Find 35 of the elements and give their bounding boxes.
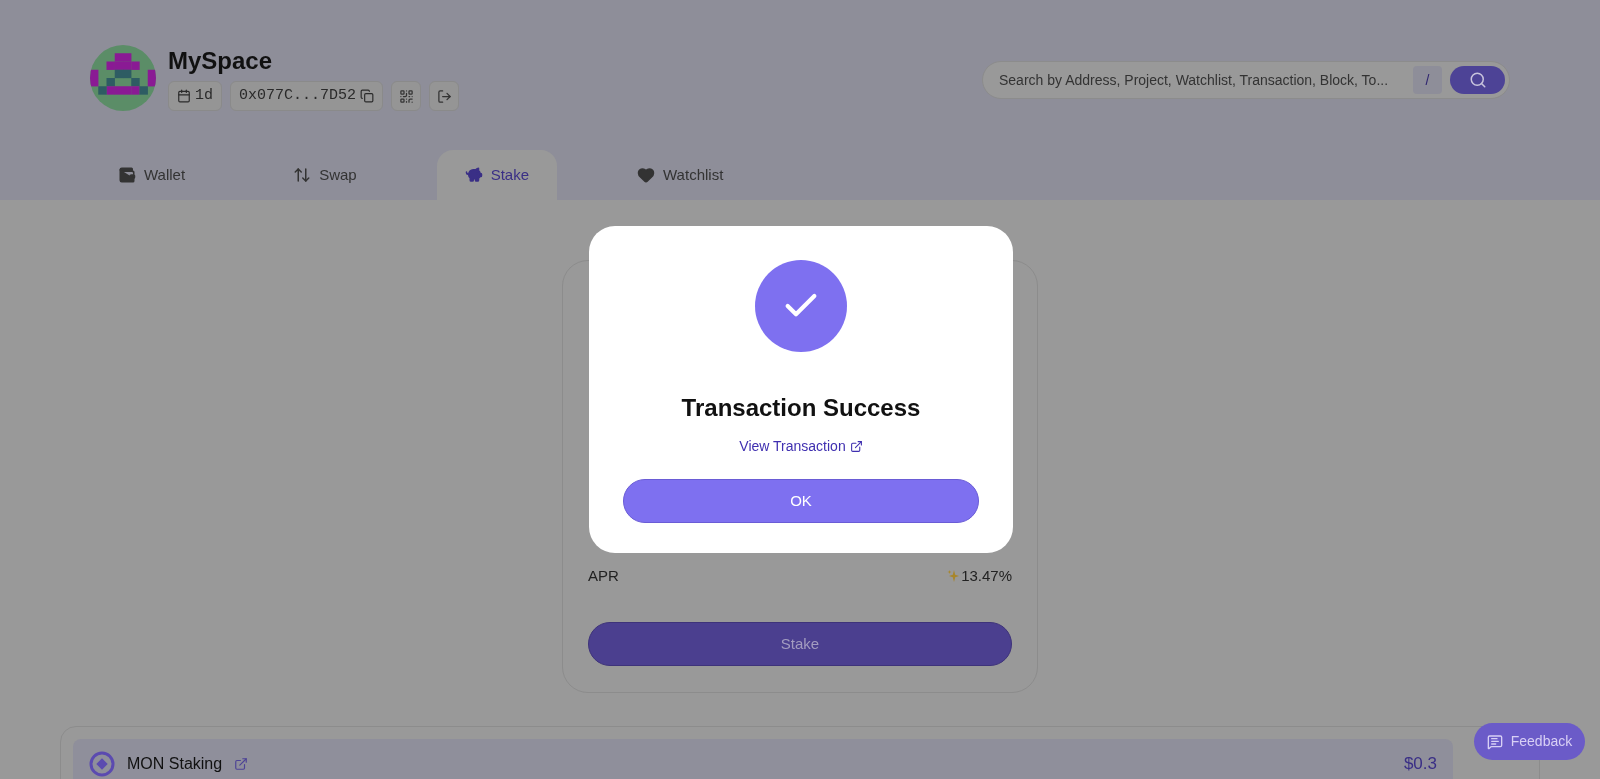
- stake-button[interactable]: Stake: [588, 622, 1012, 666]
- calendar-icon: [177, 89, 191, 103]
- qr-code-button[interactable]: [391, 81, 422, 111]
- tab[interactable]: Watchlist: [609, 150, 752, 200]
- feedback-button[interactable]: Feedback: [1474, 723, 1585, 760]
- tab[interactable]: Wallet: [90, 150, 214, 200]
- shortcut-key: /: [1413, 66, 1442, 94]
- row-label: APR: [588, 565, 619, 586]
- view-transaction-link[interactable]: View Transaction: [739, 436, 863, 457]
- age-text: 1d: [195, 85, 213, 106]
- row-value: 13.47%: [961, 565, 1012, 586]
- copy-icon: [360, 89, 375, 103]
- tab[interactable]: Stake: [436, 150, 557, 200]
- modal-title: Transaction Success: [681, 393, 921, 423]
- ok-button[interactable]: OK: [623, 479, 979, 523]
- external-link-icon: [234, 757, 249, 771]
- position-name: MON Staking: [127, 754, 223, 774]
- qr-code-icon: [398, 88, 414, 104]
- swap-arrows-icon: [293, 166, 312, 184]
- wallet-icon: [118, 166, 136, 184]
- search-button[interactable]: [1450, 66, 1505, 94]
- position-value: $0.3: [1403, 753, 1437, 776]
- tab[interactable]: Swap: [265, 150, 385, 200]
- piggy-bank-icon: [464, 166, 483, 184]
- profile-name: MySpace: [168, 46, 274, 76]
- heart-icon: [637, 166, 655, 184]
- search-field[interactable]: Search by Address, Project, Watchlist, Transaction, Block, To...: [999, 69, 1405, 91]
- search-bar[interactable]: Search by Address, Project, Watchlist, Transaction, Block, To... /: [982, 61, 1510, 99]
- address-button[interactable]: 0x077C...7D52: [230, 81, 384, 111]
- logout-button[interactable]: [429, 81, 460, 111]
- logout-icon: [436, 88, 452, 104]
- external-link-icon: [849, 440, 863, 453]
- feedback-icon: [1486, 733, 1503, 750]
- token-logo-icon: [89, 751, 115, 777]
- search-icon: [1468, 71, 1487, 89]
